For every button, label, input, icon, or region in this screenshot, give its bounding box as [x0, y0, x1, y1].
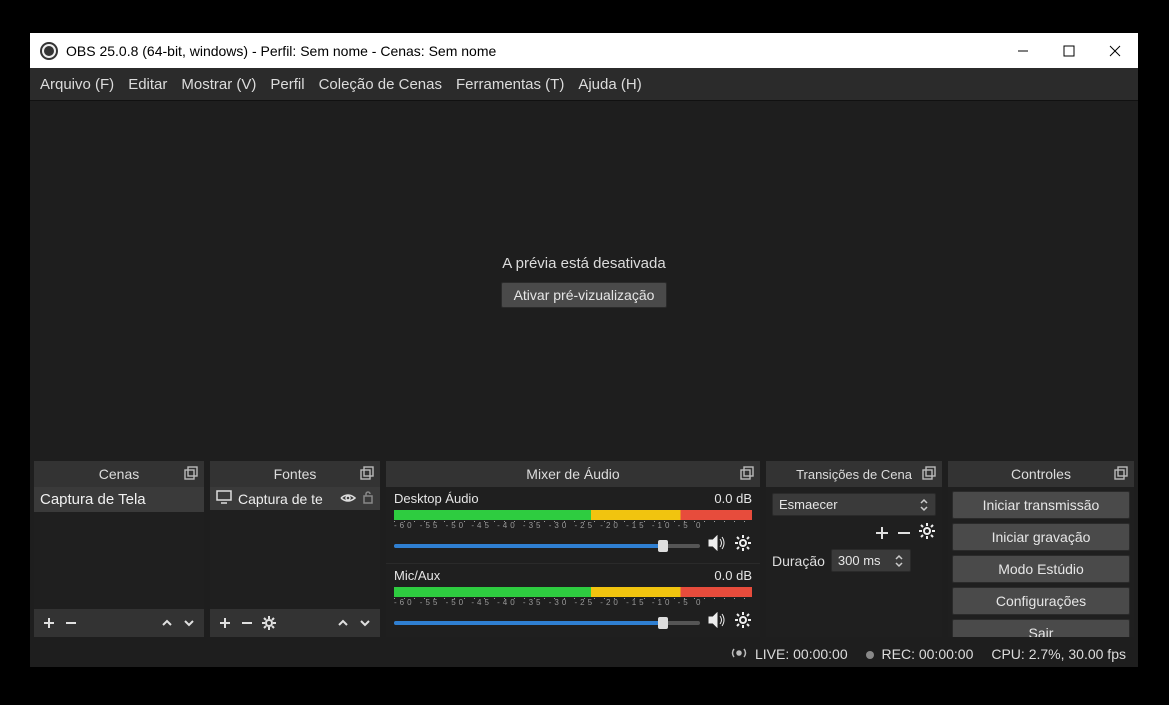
record-dot-icon [866, 651, 874, 659]
mixer-header: Mixer de Áudio [386, 461, 760, 487]
add-transition-button[interactable] [874, 525, 890, 541]
mixer-dock: Mixer de Áudio Desktop Áudio 0.0 dB -60 … [386, 461, 760, 637]
preview-area: A prévia está desativada Ativar pré-vizu… [30, 101, 1138, 461]
minimize-button[interactable] [1000, 33, 1046, 68]
popout-icon[interactable] [740, 466, 754, 480]
transitions-dock: Transições de Cena Esmaecer Duração 300 … [766, 461, 942, 637]
popout-icon[interactable] [184, 466, 198, 480]
enable-preview-button[interactable]: Ativar pré-vizualização [501, 282, 668, 308]
menu-ajuda[interactable]: Ajuda (H) [578, 76, 641, 93]
gear-icon[interactable] [734, 611, 752, 634]
window-title: OBS 25.0.8 (64-bit, windows) - Perfil: S… [66, 43, 496, 59]
meter-ticks: -60 -55 -50 -45 -40 -35 -30 -25 -20 -15 … [394, 598, 752, 607]
channel-name: Mic/Aux [394, 568, 440, 583]
popout-icon[interactable] [360, 466, 374, 480]
controls-title: Controles [1011, 466, 1071, 482]
duration-input[interactable]: 300 ms [831, 549, 911, 572]
channel-name: Desktop Áudio [394, 491, 479, 506]
add-scene-button[interactable] [42, 616, 56, 630]
scene-item[interactable]: Captura de Tela [34, 487, 204, 512]
visibility-icon[interactable] [340, 491, 356, 507]
lock-icon[interactable] [362, 490, 374, 507]
source-name: Captura de te [238, 491, 334, 507]
scene-down-button[interactable] [182, 616, 196, 630]
popout-icon[interactable] [1114, 466, 1128, 480]
meter-ticks: -60 -55 -50 -45 -40 -35 -30 -25 -20 -15 … [394, 521, 752, 530]
speaker-icon[interactable] [708, 535, 726, 556]
volume-slider[interactable] [394, 544, 700, 548]
mixer-channel-desktop: Desktop Áudio 0.0 dB -60 -55 -50 -45 -40… [386, 487, 760, 564]
studio-mode-button[interactable]: Modo Estúdio [952, 555, 1130, 583]
exit-button[interactable]: Sair [952, 619, 1130, 637]
broadcast-icon [731, 646, 747, 662]
close-button[interactable] [1092, 33, 1138, 68]
audio-meter [394, 510, 752, 520]
sources-title: Fontes [274, 466, 317, 482]
maximize-button[interactable] [1046, 33, 1092, 68]
gear-icon[interactable] [918, 522, 936, 543]
start-stream-button[interactable]: Iniciar transmissão [952, 491, 1130, 519]
controls-header: Controles [948, 461, 1134, 487]
sources-dock: Fontes Captura de te [210, 461, 380, 637]
display-capture-icon [216, 490, 232, 507]
titlebar: OBS 25.0.8 (64-bit, windows) - Perfil: S… [30, 33, 1138, 68]
menu-perfil[interactable]: Perfil [270, 76, 304, 93]
remove-transition-button[interactable] [896, 525, 912, 541]
menu-editar[interactable]: Editar [128, 76, 167, 93]
sources-header: Fontes [210, 461, 380, 487]
popout-icon[interactable] [922, 466, 936, 480]
menubar: Arquivo (F) Editar Mostrar (V) Perfil Co… [30, 68, 1138, 101]
mixer-title: Mixer de Áudio [526, 466, 619, 482]
preview-disabled-text: A prévia está desativada [502, 255, 665, 272]
channel-db: 0.0 dB [714, 491, 752, 506]
start-record-button[interactable]: Iniciar gravação [952, 523, 1130, 551]
scenes-title: Cenas [99, 466, 139, 482]
docks-row: Cenas Captura de Tela Fontes [30, 461, 1138, 641]
menu-arquivo[interactable]: Arquivo (F) [40, 76, 114, 93]
mixer-channel-mic: Mic/Aux 0.0 dB -60 -55 -50 -45 -40 -35 -… [386, 564, 760, 637]
scene-up-button[interactable] [160, 616, 174, 630]
transition-select[interactable]: Esmaecer [772, 493, 936, 516]
scenes-dock: Cenas Captura de Tela [34, 461, 204, 637]
status-rec: REC: 00:00:00 [866, 646, 974, 662]
source-down-button[interactable] [358, 616, 372, 630]
volume-slider[interactable] [394, 621, 700, 625]
transitions-title: Transições de Cena [796, 467, 912, 482]
menu-ferramentas[interactable]: Ferramentas (T) [456, 76, 564, 93]
remove-source-button[interactable] [240, 616, 254, 630]
source-settings-button[interactable] [262, 616, 276, 630]
menu-colecao[interactable]: Coleção de Cenas [319, 76, 442, 93]
controls-dock: Controles Iniciar transmissão Iniciar gr… [948, 461, 1134, 637]
audio-meter [394, 587, 752, 597]
settings-button[interactable]: Configurações [952, 587, 1130, 615]
channel-db: 0.0 dB [714, 568, 752, 583]
transition-selected: Esmaecer [779, 497, 838, 512]
obs-logo-icon [40, 42, 58, 60]
transitions-header: Transições de Cena [766, 461, 942, 487]
source-item[interactable]: Captura de te [210, 487, 380, 510]
scenes-header: Cenas [34, 461, 204, 487]
speaker-icon[interactable] [708, 612, 726, 633]
remove-scene-button[interactable] [64, 616, 78, 630]
app-window: OBS 25.0.8 (64-bit, windows) - Perfil: S… [30, 33, 1138, 667]
add-source-button[interactable] [218, 616, 232, 630]
duration-value: 300 ms [838, 553, 881, 568]
status-cpu: CPU: 2.7%, 30.00 fps [991, 646, 1126, 662]
source-up-button[interactable] [336, 616, 350, 630]
status-live: LIVE: 00:00:00 [731, 646, 848, 662]
statusbar: LIVE: 00:00:00 REC: 00:00:00 CPU: 2.7%, … [30, 641, 1138, 667]
duration-label: Duração [772, 553, 825, 569]
menu-mostrar[interactable]: Mostrar (V) [181, 76, 256, 93]
gear-icon[interactable] [734, 534, 752, 557]
